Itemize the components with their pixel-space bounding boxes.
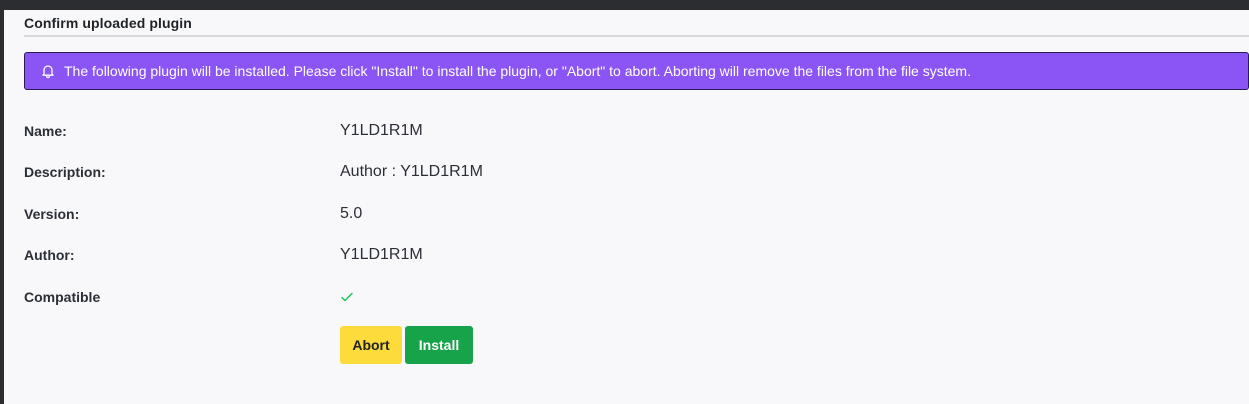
compatible-label: Compatible	[24, 289, 101, 305]
info-alert: The following plugin will be installed. …	[24, 52, 1249, 90]
name-value: Y1LD1R1M	[340, 122, 423, 139]
title-divider	[24, 35, 1249, 37]
version-value: 5.0	[340, 205, 363, 222]
description-value: Author : Y1LD1R1M	[340, 163, 483, 180]
author-value: Y1LD1R1M	[340, 246, 423, 263]
author-label: Author:	[24, 247, 75, 263]
name-row: Name: Y1LD1R1M	[24, 121, 1224, 141]
alert-message: The following plugin will be installed. …	[64, 63, 971, 79]
checkmark-icon	[340, 290, 354, 304]
abort-button[interactable]: Abort	[340, 326, 402, 364]
description-row: Description: Author : Y1LD1R1M	[24, 162, 1224, 182]
compatible-row: Compatible	[24, 287, 1224, 307]
name-label: Name:	[24, 123, 67, 139]
bell-icon	[40, 63, 56, 79]
version-row: Version: 5.0	[24, 204, 1224, 224]
install-button[interactable]: Install	[405, 326, 473, 364]
top-strip	[0, 0, 1249, 10]
confirm-plugin-panel: Confirm uploaded plugin The following pl…	[4, 10, 1249, 404]
panel-title: Confirm uploaded plugin	[24, 15, 192, 31]
author-row: Author: Y1LD1R1M	[24, 245, 1224, 265]
version-label: Version:	[24, 206, 80, 222]
description-label: Description:	[24, 164, 106, 180]
